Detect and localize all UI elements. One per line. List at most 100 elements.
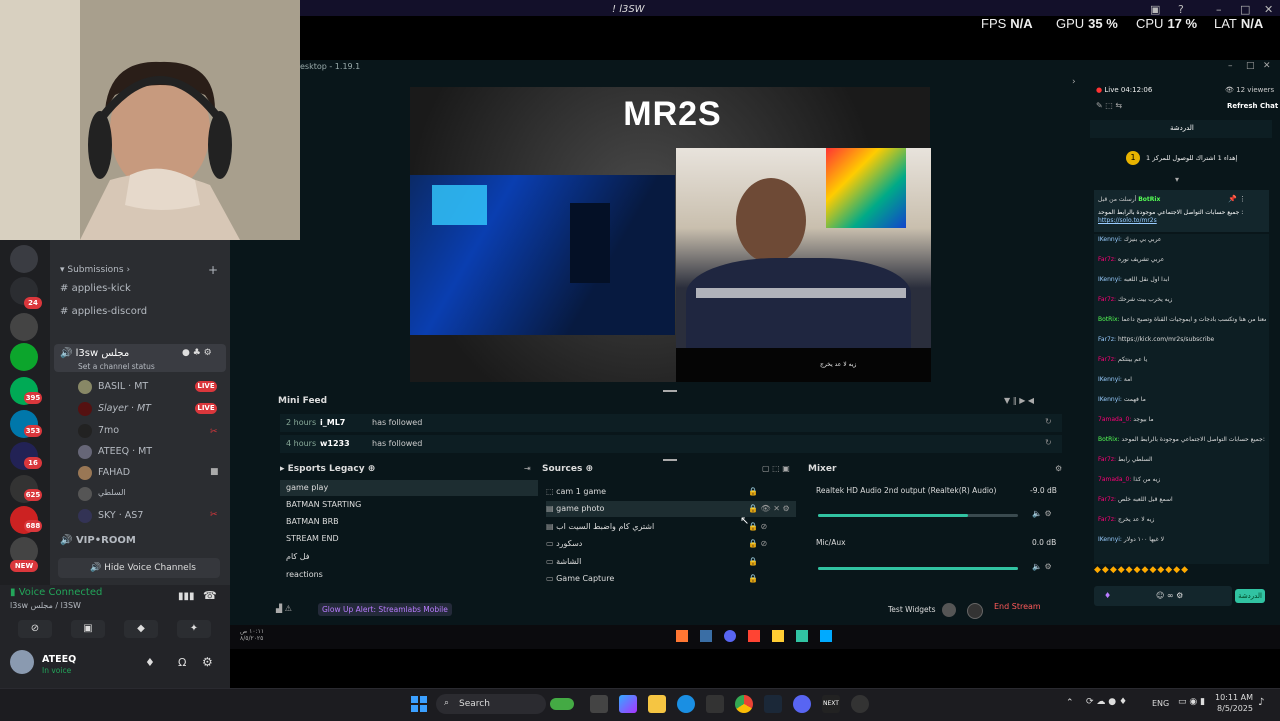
source-item[interactable]: ▤ اشتري كام واضبط السيت اب 🔒 ⊘ [546, 519, 796, 535]
sources-tool-icons[interactable]: ▢ ⬚ ▣ [762, 464, 790, 473]
mic-icon[interactable]: ♦ [1104, 591, 1111, 600]
scene-item[interactable]: BATMAN BRB [280, 514, 538, 530]
scene-item[interactable]: STREAM END [280, 531, 538, 547]
taskbar-search[interactable] [436, 694, 546, 714]
chat-username[interactable]: Far7z: [1098, 496, 1118, 503]
soundboard-button[interactable]: ✦ [177, 620, 211, 638]
scenes-transition-icon[interactable]: ⇥ [524, 464, 531, 473]
chat-username[interactable]: IKennyi: [1098, 236, 1124, 243]
mic-icon[interactable]: ♦ [145, 656, 155, 669]
taskbar-clock[interactable]: 10:11 AM 8/5/2025 [1215, 692, 1253, 714]
chat-input-icons[interactable]: ☺ ∞ ⚙ [1156, 591, 1183, 600]
emote-bar[interactable]: ◆◆◆◆◆◆◆◆◆◆◆◆ [1094, 565, 1269, 579]
glow-up-alert[interactable]: Glow Up Alert: Streamlabs Mobile [318, 603, 452, 616]
source-item[interactable]: ▭ دسكورد 🔒 ⊘ [546, 536, 796, 552]
source-item[interactable]: ⬚ cam 1 game 🔒 [546, 484, 796, 500]
chat-username[interactable]: Far7z: [1098, 336, 1118, 343]
source-item[interactable]: ▭ Game Capture 🔒 [546, 571, 796, 587]
sl-minimize-icon[interactable]: – [1228, 61, 1233, 71]
chat-username[interactable]: Far7z: [1098, 516, 1118, 523]
chat-tool-icons[interactable]: ✎ ⬚ ⇆ [1096, 101, 1122, 110]
chat-username[interactable]: Far7z: [1098, 356, 1118, 363]
member-alsulti[interactable]: السلطي [98, 488, 126, 497]
user-avatar[interactable] [10, 650, 34, 674]
member-fahad[interactable]: FAHAD [98, 467, 130, 478]
repeat-icon[interactable]: ↻ [1045, 417, 1052, 426]
file-explorer-icon[interactable] [648, 695, 666, 713]
screen-share-button[interactable]: ▣ [71, 620, 105, 638]
collapse-icon[interactable]: ▾ [1175, 175, 1179, 184]
send-chat-button[interactable]: الدردشة [1235, 589, 1265, 603]
app-icon[interactable] [820, 630, 832, 642]
chat-username[interactable]: BotRix: [1098, 316, 1121, 323]
chat-username[interactable]: 7amada_0: [1098, 416, 1133, 423]
app-icon[interactable] [772, 630, 784, 642]
channel-applies-kick[interactable]: # applies-kick [60, 283, 131, 294]
scene-item[interactable]: reactions [280, 567, 538, 583]
scene-item[interactable]: فل كام [280, 549, 538, 565]
streamlabs-icon[interactable] [851, 695, 869, 713]
tray-icon[interactable]: ▣ [1150, 3, 1160, 16]
resize-handle[interactable] [663, 390, 677, 392]
record-button[interactable] [942, 603, 956, 617]
settings-gear-icon[interactable]: ⚙ [202, 655, 213, 669]
app-icon[interactable] [724, 630, 736, 642]
notification-icon[interactable]: ♪ [1258, 697, 1264, 708]
refresh-chat-button[interactable]: Refresh Chat [1227, 102, 1278, 110]
close-icon[interactable]: ✕ [1264, 3, 1273, 16]
store-icon[interactable] [706, 695, 724, 713]
stats-icon[interactable]: ▟ ⚠ [276, 604, 292, 613]
channel-applies-discord[interactable]: # applies-discord [60, 306, 147, 317]
help-icon[interactable]: ? [1178, 3, 1184, 16]
member-basil[interactable]: BASIL · MT [98, 381, 148, 392]
copilot-icon[interactable] [619, 695, 637, 713]
chat-username[interactable]: Far7z: [1098, 456, 1118, 463]
language-indicator[interactable]: ENG [1152, 699, 1169, 708]
source-item[interactable]: ▭ الشاشة 🔒 [546, 554, 796, 570]
scene-item[interactable]: game play [280, 480, 538, 496]
vip-room[interactable]: 🔊 VIP•ROOM [60, 535, 136, 546]
voice-channel-actions[interactable]: ● ♣ ⚙ [182, 348, 212, 358]
mixer-settings-icon[interactable]: ⚙ [1055, 464, 1062, 473]
collapse-chat-icon[interactable]: › [1072, 77, 1076, 87]
feed-controls[interactable]: ▼ ‖ ▶ ◀ [1004, 396, 1034, 405]
steam-icon[interactable] [764, 695, 782, 713]
test-widgets-button[interactable]: Test Widgets [888, 605, 935, 614]
channel-status[interactable]: Set a channel status [78, 362, 155, 371]
sl-maximize-icon[interactable]: □ [1246, 61, 1255, 71]
mute-settings-icons[interactable]: 🔈 ⚙ [1032, 509, 1052, 518]
chrome-icon[interactable] [735, 695, 753, 713]
replay-buffer-button[interactable] [967, 603, 983, 619]
server-icon[interactable] [10, 245, 38, 273]
chat-username[interactable]: IKennyi: [1098, 376, 1124, 383]
volume-slider[interactable] [818, 567, 1018, 570]
task-view-icon[interactable] [590, 695, 608, 713]
volume-slider[interactable] [818, 514, 1018, 517]
next-app-icon[interactable]: NEXT [822, 695, 840, 713]
headset-icon[interactable]: Ω [178, 656, 186, 669]
add-channel-icon[interactable]: + [208, 263, 218, 277]
member-ateeq[interactable]: ATEEQ · MT [98, 446, 152, 457]
resize-handle[interactable] [663, 459, 677, 461]
mute-settings-icons[interactable]: 🔈 ⚙ [1032, 562, 1052, 571]
chat-username[interactable]: Far7z: [1098, 256, 1118, 263]
discord-icon[interactable] [793, 695, 811, 713]
camera-off-button[interactable]: ⊘ [18, 620, 52, 638]
pin-icon[interactable]: 📌 ⋮ [1228, 195, 1246, 203]
disconnect-icon[interactable]: ☎ [203, 589, 217, 602]
start-icon[interactable] [410, 695, 428, 713]
activity-button[interactable]: ◆ [124, 620, 158, 638]
tray-icons[interactable]: ⟳ ☁ ● ♦ [1086, 697, 1127, 707]
signal-icon[interactable]: ▮▮▮ [178, 591, 195, 602]
end-stream-button[interactable]: End Stream [994, 602, 1041, 611]
chat-username[interactable]: IKennyi: [1098, 276, 1124, 283]
minimize-icon[interactable]: – [1216, 3, 1222, 16]
chat-username[interactable]: BotRix: [1098, 436, 1121, 443]
edge-icon[interactable] [677, 695, 695, 713]
member-7mo[interactable]: 7mo [98, 425, 119, 436]
app-icon[interactable] [796, 630, 808, 642]
app-icon[interactable] [748, 630, 760, 642]
member-slayer[interactable]: Slayer · MT [98, 403, 151, 414]
chat-tab[interactable]: الدردشة [1170, 124, 1194, 132]
chat-username[interactable]: 7amada_0: [1098, 476, 1133, 483]
